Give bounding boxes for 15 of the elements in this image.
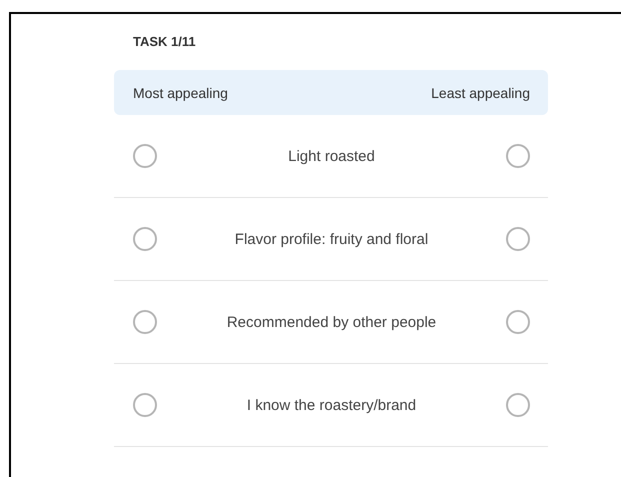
radio-button[interactable] (506, 227, 530, 251)
radio-button[interactable] (506, 310, 530, 334)
option-label: Flavor profile: fruity and floral (234, 230, 430, 248)
column-label: Least appealing (431, 84, 530, 100)
radio-button[interactable] (133, 393, 157, 417)
option-label: Light roasted (287, 148, 376, 164)
column-label: Most appealing (133, 84, 228, 100)
radio-button[interactable] (133, 227, 157, 251)
radio-button[interactable] (506, 144, 530, 168)
radio-button[interactable] (133, 144, 157, 168)
radio-button[interactable] (506, 393, 530, 417)
radio-button[interactable] (133, 310, 157, 334)
task-counter: TASK 1/11 (132, 33, 197, 49)
option-label: I know the roastery/brand (246, 396, 418, 414)
option-label: Recommended by other people (226, 314, 438, 330)
